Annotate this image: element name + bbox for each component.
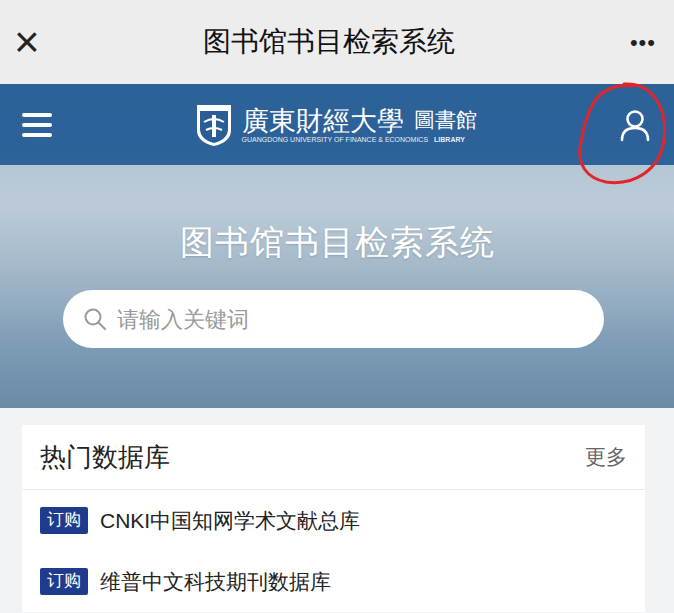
more-link[interactable]: 更多: [585, 441, 627, 473]
user-icon[interactable]: [618, 108, 652, 142]
order-badge: 订购: [40, 507, 88, 533]
database-panel: 热门数据库 更多 订购CNKI中国知网学术文献总库订购维普中文科技期刊数据库: [22, 425, 645, 612]
hero-title: 图书馆书目检索系统: [0, 217, 674, 268]
database-title: 热门数据库: [40, 438, 170, 477]
logo-name: 廣東財經大學: [242, 106, 404, 136]
annotation-circle: [572, 78, 672, 190]
database-row[interactable]: 订购维普中文科技期刊数据库: [22, 551, 645, 612]
search-icon: [83, 307, 107, 331]
wechat-bar: × 图书馆书目检索系统 •••: [0, 0, 674, 84]
menu-icon[interactable]: [22, 112, 52, 138]
database-row[interactable]: 订购 CNKI中国知网学术文献总库: [22, 490, 645, 551]
close-button[interactable]: ×: [14, 20, 62, 64]
database-header: 热门数据库 更多: [22, 425, 645, 490]
more-button[interactable]: •••: [596, 26, 656, 59]
database-name[interactable]: CNKI中国知网学术文献总库: [100, 505, 360, 537]
order-badge: 订购: [40, 568, 88, 594]
page: × 图书馆书目检索系统 ••• 廣東財經大學: [0, 0, 674, 613]
database-list: 订购CNKI中国知网学术文献总库订购维普中文科技期刊数据库: [22, 490, 645, 612]
database-name[interactable]: 维普中文科技期刊数据库: [100, 566, 331, 598]
hero-photo: 廣東財經大學 圖書館 GUANGDONG UNIVERSITY OF FINAN…: [0, 84, 674, 408]
logo-library: 圖書館: [414, 105, 477, 137]
search-box: [63, 290, 604, 348]
logo-english: GUANGDONG UNIVERSITY OF FINANCE & ECONOM…: [242, 136, 429, 143]
logo[interactable]: 廣東財經大學 圖書館 GUANGDONG UNIVERSITY OF FINAN…: [52, 102, 618, 148]
emblem-icon: [194, 102, 234, 148]
brand-bar: 廣東財經大學 圖書館 GUANGDONG UNIVERSITY OF FINAN…: [0, 84, 674, 165]
logo-text: 廣東財經大學 圖書館 GUANGDONG UNIVERSITY OF FINAN…: [242, 105, 477, 145]
search-input[interactable]: [115, 302, 584, 337]
logo-english-tag: LIBRARY: [434, 136, 465, 143]
window-title: 图书馆书目检索系统: [62, 21, 596, 63]
